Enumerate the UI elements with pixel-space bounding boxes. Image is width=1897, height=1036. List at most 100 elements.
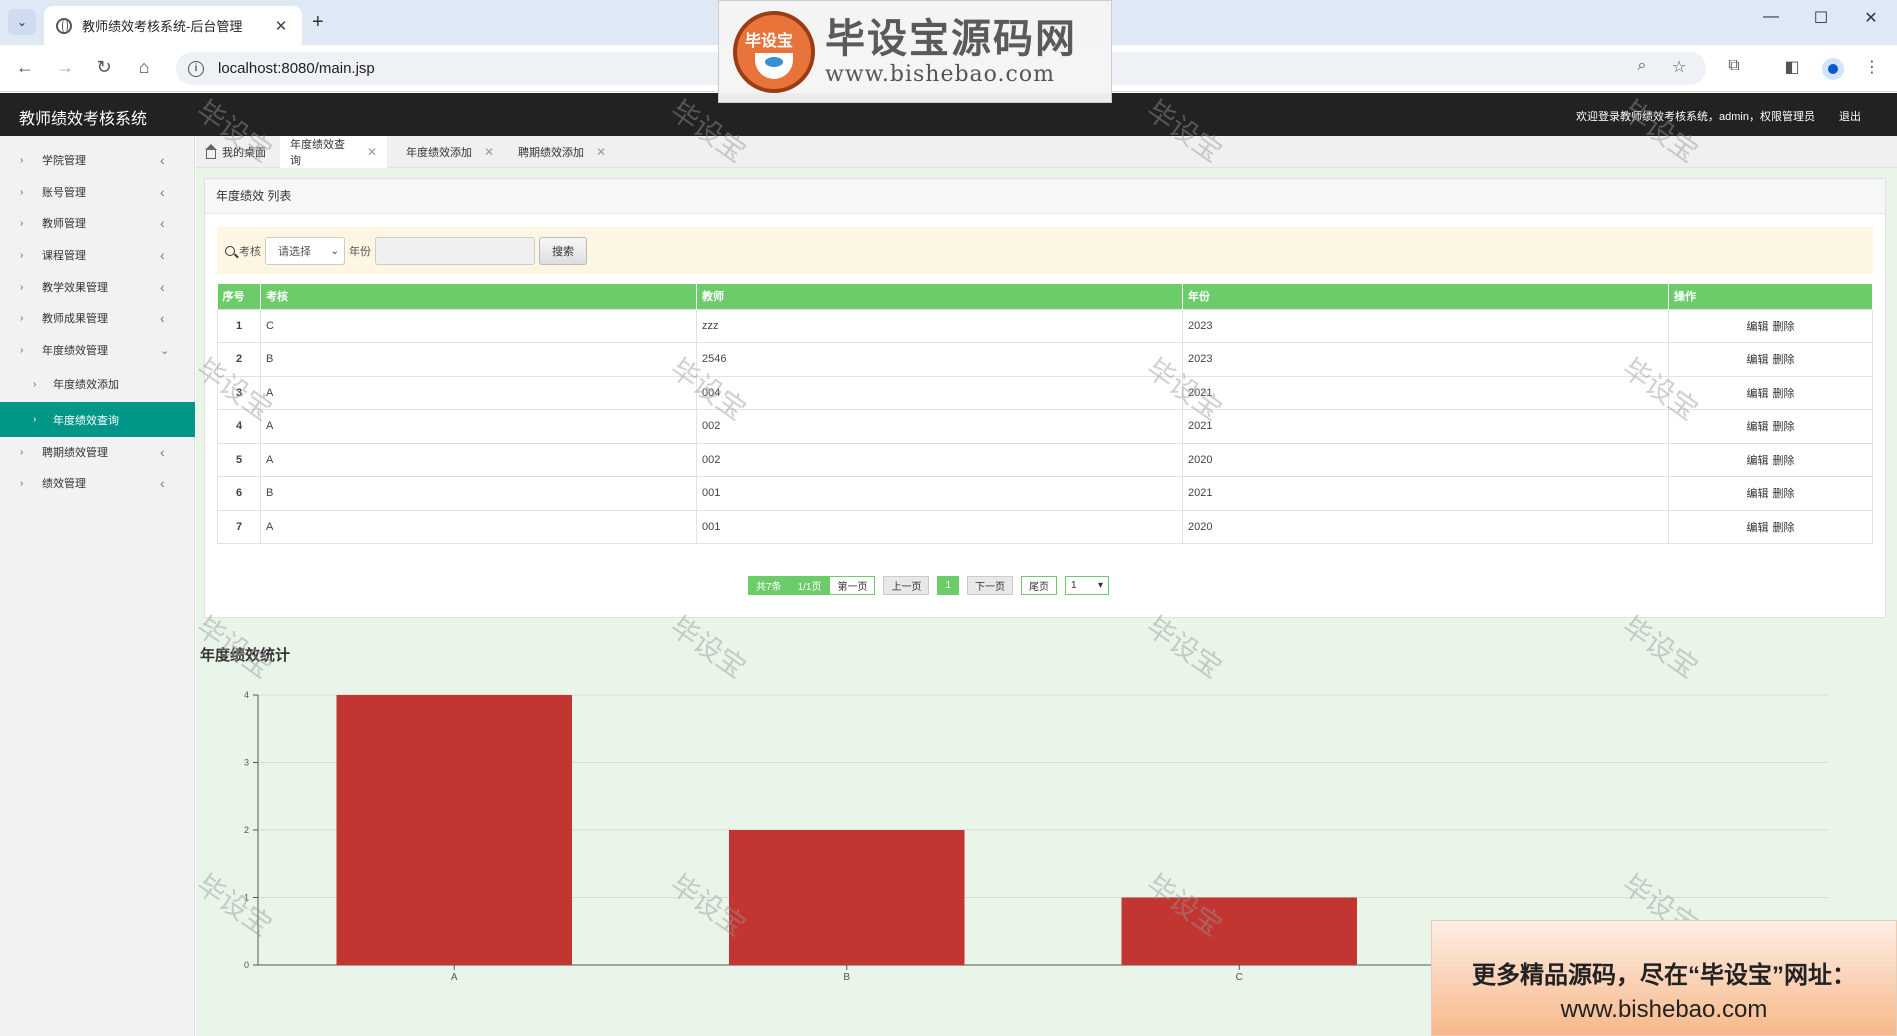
chevron-down-icon: ▾ xyxy=(1098,580,1104,591)
profile-avatar[interactable] xyxy=(1822,58,1844,80)
sidebar-item-annual-query[interactable]: › 年度绩效查询 xyxy=(0,402,195,437)
delete-link[interactable]: 删除 xyxy=(1773,388,1795,400)
sidebar-item-annual-performance[interactable]: › 年度绩效管理 ⌄ xyxy=(0,334,195,366)
delete-link[interactable]: 删除 xyxy=(1773,488,1795,500)
delete-link[interactable]: 删除 xyxy=(1773,522,1795,534)
chevron-down-icon: ⌄ xyxy=(16,15,28,29)
bookmark-star-icon[interactable]: ☆ xyxy=(1667,57,1691,77)
chart-bar xyxy=(729,830,965,965)
search-icon xyxy=(225,245,235,256)
edit-link[interactable]: 编辑 xyxy=(1747,388,1769,400)
table-header-row: 序号 考核 教师 年份 操作 xyxy=(217,284,1873,309)
promo-banner[interactable]: 更多精品源码，尽在“毕设宝”网址： www.bishebao.com xyxy=(1431,920,1897,1036)
performance-table: 序号 考核 教师 年份 操作 1 Czzz 2023 编辑 删除 2 B 2546 2023 编辑… xyxy=(217,284,1873,544)
delete-link[interactable]: 删除 xyxy=(1773,354,1795,366)
tab-annual-query[interactable]: 年度绩效查询 ✕ xyxy=(280,136,387,168)
pager-first-button[interactable]: 第一页 xyxy=(829,576,876,595)
edit-link[interactable]: 编辑 xyxy=(1747,455,1769,467)
close-tab-button[interactable]: ✕ xyxy=(272,17,290,35)
page-select-value: 1 xyxy=(1071,580,1077,591)
sidebar-item-college[interactable]: › 学院管理 ‹ xyxy=(0,144,195,176)
page-tabstrip: 我的桌面 年度绩效查询 ✕ 年度绩效添加 ✕ 聘期绩效添加 ✕ xyxy=(196,136,1897,168)
sidebar-item-teaching-effect[interactable]: › 教学效果管理 ‹ xyxy=(0,271,195,303)
more-menu-icon[interactable]: ⋮ xyxy=(1860,57,1884,77)
pager-page-select[interactable]: 1 ▾ xyxy=(1065,576,1110,595)
sidebar-item-course[interactable]: › 课程管理 ‹ xyxy=(0,239,195,271)
year-label: 年份 xyxy=(349,245,371,258)
chart-x-tick-label: C xyxy=(1236,972,1243,983)
home-icon xyxy=(205,143,217,159)
close-icon[interactable]: ✕ xyxy=(367,145,377,159)
sidebar-item-performance[interactable]: › 绩效管理 ‹ xyxy=(0,467,195,499)
chart-title: 年度绩效统计 xyxy=(200,647,291,664)
edit-link[interactable]: 编辑 xyxy=(1747,321,1769,333)
search-bar: 考核 请选择 ⌄ 年份 搜索 xyxy=(217,227,1873,274)
sidebar-item-annual-add[interactable]: › 年度绩效添加 xyxy=(0,368,195,400)
reload-icon[interactable]: ↻ xyxy=(92,57,116,78)
col-header-index: 序号 xyxy=(217,284,261,309)
cell-grade: B xyxy=(260,342,697,377)
cell-index: 6 xyxy=(217,476,261,511)
globe-icon xyxy=(56,17,72,34)
back-icon[interactable]: ← xyxy=(13,57,37,78)
cell-actions: 编辑 删除 xyxy=(1668,509,1873,544)
edit-link[interactable]: 编辑 xyxy=(1747,488,1769,500)
edit-link[interactable]: 编辑 xyxy=(1747,354,1769,366)
site-info-icon[interactable]: i xyxy=(188,60,204,77)
chart-bar xyxy=(336,695,572,965)
edit-link[interactable]: 编辑 xyxy=(1747,421,1769,433)
promo-line-1: 更多精品源码，尽在“毕设宝”网址： xyxy=(1472,962,1856,989)
edit-link[interactable]: 编辑 xyxy=(1747,522,1769,534)
chart-y-tick-label: 0 xyxy=(244,960,249,970)
home-icon[interactable]: ⌂ xyxy=(132,57,156,78)
close-icon[interactable]: ✕ xyxy=(484,145,494,159)
delete-link[interactable]: 删除 xyxy=(1773,321,1795,333)
tab-search-button[interactable]: ⌄ xyxy=(8,9,36,35)
extensions-icon[interactable]: ⧉ xyxy=(1722,57,1746,75)
zoom-icon[interactable]: ⌕ xyxy=(1630,57,1654,75)
cell-actions: 编辑 删除 xyxy=(1668,409,1873,444)
chevron-right-icon: › xyxy=(20,446,24,458)
sidebar-item-label: 年度绩效添加 xyxy=(53,379,119,391)
minimize-button[interactable]: — xyxy=(1756,8,1786,26)
logout-link[interactable]: 退出 xyxy=(1839,108,1861,124)
side-panel-icon[interactable]: ◧ xyxy=(1780,57,1804,77)
sidebar-item-teacher[interactable]: › 教师管理 ‹ xyxy=(0,207,195,239)
pager-current-page[interactable]: 1 xyxy=(937,576,960,595)
tab-label: 我的桌面 xyxy=(222,147,266,159)
search-button[interactable]: 搜索 xyxy=(539,236,587,265)
pager-last-button[interactable]: 尾页 xyxy=(1021,576,1058,595)
cell-teacher: 2546 xyxy=(696,342,1183,377)
sidebar-item-term-performance[interactable]: › 聘期绩效管理 ‹ xyxy=(0,436,195,468)
cell-actions: 编辑 删除 xyxy=(1668,375,1873,410)
new-tab-button[interactable]: + xyxy=(312,11,324,34)
delete-link[interactable]: 删除 xyxy=(1773,421,1795,433)
chevron-right-icon: › xyxy=(20,281,24,293)
tab-label: 聘期绩效添加 xyxy=(518,147,584,159)
close-icon[interactable]: ✕ xyxy=(596,145,606,159)
tab-term-add[interactable]: 聘期绩效添加 ✕ xyxy=(508,136,616,168)
browser-tab[interactable]: 教师绩效考核系统-后台管理 ✕ xyxy=(44,6,302,45)
chevron-right-icon: › xyxy=(20,312,24,324)
forward-icon[interactable]: → xyxy=(53,57,77,78)
window-close-button[interactable]: ✕ xyxy=(1856,8,1886,28)
sidebar-item-teacher-achievement[interactable]: › 教师成果管理 ‹ xyxy=(0,302,195,334)
pager-next-button[interactable]: 下一页 xyxy=(967,576,1014,595)
table-row: 7 A 001 2020 编辑 删除 xyxy=(217,509,1873,544)
maximize-button[interactable]: ☐ xyxy=(1806,8,1836,28)
assess-select[interactable]: 请选择 ⌄ xyxy=(265,236,345,265)
tab-desktop[interactable]: 我的桌面 xyxy=(196,136,276,168)
year-input[interactable] xyxy=(375,236,535,265)
tab-annual-add[interactable]: 年度绩效添加 ✕ xyxy=(396,136,504,168)
col-header-teacher: 教师 xyxy=(696,284,1183,309)
col-header-actions: 操作 xyxy=(1668,284,1873,309)
cell-index: 1 xyxy=(217,308,261,343)
sidebar-item-label: 年度绩效查询 xyxy=(53,414,119,427)
pager-prev-button[interactable]: 上一页 xyxy=(883,576,930,595)
cell-year: 2021 xyxy=(1182,476,1669,511)
list-panel: 年度绩效 列表 考核 请选择 ⌄ 年份 搜索 序号 考核 教师 年份 操作 1 … xyxy=(204,178,1886,618)
delete-link[interactable]: 删除 xyxy=(1773,455,1795,467)
chart-x-tick-label: A xyxy=(451,972,458,983)
sidebar-item-account[interactable]: › 账号管理 ‹ xyxy=(0,176,195,208)
cell-teacher: 004 xyxy=(696,375,1183,410)
